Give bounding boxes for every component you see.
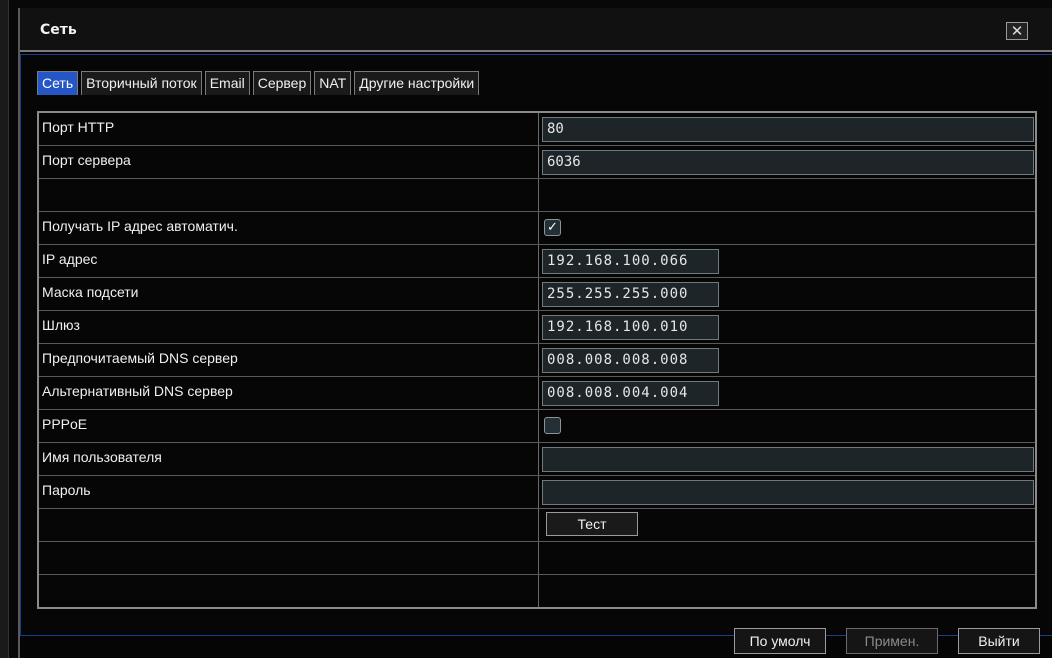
password-input[interactable] [542, 480, 1034, 505]
pppoe-checkbox[interactable] [544, 417, 561, 434]
http-port-label: Порт HTTP [42, 119, 115, 135]
table-row: Имя пользователя [39, 443, 1035, 476]
label-cell [39, 542, 539, 574]
network-settings-window: Сеть ✕ Сеть Вторичный поток Email Сервер… [18, 8, 1052, 658]
table-row [39, 542, 1035, 575]
content-panel: Сеть Вторичный поток Email Сервер NAT Др… [20, 54, 1052, 636]
gateway-input[interactable]: 192.168.100.010 [542, 315, 719, 340]
label-cell [39, 179, 539, 211]
table-row [39, 575, 1035, 607]
tab-substream[interactable]: Вторичный поток [81, 71, 202, 95]
preferred-dns-label: Предпочитаемый DNS сервер [42, 350, 238, 366]
apply-button[interactable]: Примен. [846, 628, 938, 654]
settings-table: Порт HTTP 80 Порт сервера 6036 Получать … [37, 111, 1037, 609]
table-row: Шлюз 192.168.100.010 [39, 311, 1035, 344]
table-row: Порт сервера 6036 [39, 146, 1035, 179]
username-input[interactable] [542, 447, 1034, 472]
username-label: Имя пользователя [42, 449, 162, 465]
subnet-mask-input[interactable]: 255.255.255.000 [542, 282, 719, 307]
table-row: Пароль [39, 476, 1035, 509]
tab-server[interactable]: Сервер [252, 71, 312, 95]
dhcp-label: Получать IP адрес автоматич. [42, 218, 238, 234]
http-port-input[interactable]: 80 [542, 117, 1034, 142]
label-cell: PPPoE [39, 410, 539, 442]
table-row: Получать IP адрес автоматич. ✓ [39, 212, 1035, 245]
table-row: Тест [39, 509, 1035, 542]
table-row [39, 179, 1035, 212]
table-row: Маска подсети 255.255.255.000 [39, 278, 1035, 311]
table-row: IP адрес 192.168.100.066 [39, 245, 1035, 278]
pppoe-label: PPPoE [42, 416, 88, 432]
tab-bar: Сеть Вторичный поток Email Сервер NAT Др… [37, 71, 482, 95]
test-button[interactable]: Тест [546, 512, 638, 536]
tab-network[interactable]: Сеть [37, 71, 79, 95]
label-cell: IP адрес [39, 245, 539, 277]
label-cell: Порт HTTP [39, 113, 539, 145]
title-bar: Сеть ✕ [20, 8, 1052, 52]
left-edge-strip [0, 0, 9, 658]
tab-email[interactable]: Email [204, 71, 250, 95]
gateway-label: Шлюз [42, 317, 80, 333]
alternate-dns-input[interactable]: 008.008.004.004 [542, 381, 719, 406]
table-row: Предпочитаемый DNS сервер 008.008.008.00… [39, 344, 1035, 377]
label-cell: Предпочитаемый DNS сервер [39, 344, 539, 376]
exit-button[interactable]: Выйти [958, 628, 1040, 654]
label-cell: Альтернативный DNS сервер [39, 377, 539, 409]
tab-nat[interactable]: NAT [314, 71, 352, 95]
label-cell: Пароль [39, 476, 539, 508]
label-cell: Порт сервера [39, 146, 539, 178]
close-icon[interactable]: ✕ [1006, 22, 1028, 40]
label-cell: Имя пользователя [39, 443, 539, 475]
table-row: PPPoE [39, 410, 1035, 443]
label-cell: Шлюз [39, 311, 539, 343]
tab-other-settings[interactable]: Другие настройки [354, 71, 480, 95]
server-port-label: Порт сервера [42, 152, 131, 168]
default-button[interactable]: По умолч [734, 628, 826, 654]
table-row: Альтернативный DNS сервер 008.008.004.00… [39, 377, 1035, 410]
table-row: Порт HTTP 80 [39, 113, 1035, 146]
label-cell [39, 509, 539, 541]
alternate-dns-label: Альтернативный DNS сервер [42, 383, 233, 399]
ip-address-input[interactable]: 192.168.100.066 [542, 249, 719, 274]
label-cell: Маска подсети [39, 278, 539, 310]
label-cell [39, 575, 539, 607]
dhcp-checkbox[interactable]: ✓ [544, 219, 561, 236]
password-label: Пароль [42, 482, 91, 498]
ip-address-label: IP адрес [42, 251, 98, 267]
subnet-mask-label: Маска подсети [42, 284, 139, 300]
server-port-input[interactable]: 6036 [542, 150, 1034, 175]
window-title: Сеть [40, 22, 77, 38]
label-cell: Получать IP адрес автоматич. [39, 212, 539, 244]
preferred-dns-input[interactable]: 008.008.008.008 [542, 348, 719, 373]
